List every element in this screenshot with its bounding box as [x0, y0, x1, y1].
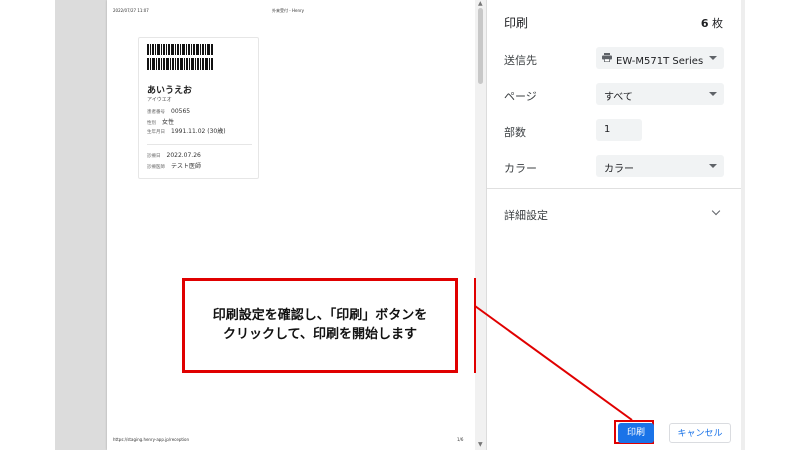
visit-date-label: 診療日	[147, 154, 161, 159]
patient-id-row: 患者番号 00565	[147, 108, 190, 115]
copies-value: 1	[604, 124, 611, 135]
patient-kana: アイウエオ	[147, 97, 172, 103]
doctor-row: 診療医師 テスト医師	[147, 161, 201, 170]
destination-value: EW-M571T Series(ネッ	[616, 56, 704, 67]
expand-chevron-icon[interactable]	[711, 206, 721, 216]
patient-card: あいうえお アイウエオ 患者番号 00565 性別 女性 生年月日 1991.11.0…	[138, 37, 259, 179]
page-header-title: 外来受付 - Henry	[272, 8, 305, 13]
copies-label: 部数	[504, 126, 526, 139]
sheet-count: 6 枚	[701, 15, 723, 31]
page-footer-pagenum: 1/6	[457, 437, 464, 442]
sheet-count-value: 6	[700, 17, 709, 30]
doctor-value: テスト医師	[171, 163, 202, 170]
cancel-button[interactable]: キャンセル	[669, 423, 731, 443]
panel-title: 印刷	[504, 16, 529, 30]
callout-line-2: クリックして、印刷を開始します	[223, 327, 417, 342]
pages-label: ページ	[504, 90, 537, 103]
chevron-down-icon	[709, 164, 717, 168]
page-footer-url: https://staging.henry-app.jp/reception	[113, 437, 190, 442]
more-settings-toggle[interactable]: 詳細設定	[504, 207, 548, 223]
print-button[interactable]: 印刷	[618, 423, 654, 443]
color-label: カラー	[504, 162, 537, 175]
page-header-datetime: 2022/07/27 11:07	[113, 8, 149, 13]
pages-value: すべて	[604, 92, 633, 103]
patient-dob-label: 生年月日	[147, 130, 165, 135]
print-settings-panel: 印刷 6 枚 送信先 EW-M571T Series(ネッ ページ すべて 部数…	[487, 0, 745, 450]
patient-id-label: 患者番号	[147, 110, 165, 115]
preview-page: 2022/07/27 11:07 外来受付 - Henry あいうえお アイウエ…	[107, 0, 479, 450]
chevron-down-icon	[709, 56, 717, 60]
scroll-up-arrow-icon[interactable]: ▲	[478, 0, 483, 7]
callout-line-1: 印刷設定を確認し、「印刷」ボタンを	[212, 308, 428, 323]
patient-name: あいうえお	[147, 86, 193, 96]
printer-icon	[602, 53, 612, 62]
print-preview-area[interactable]: 2022/07/27 11:07 外来受付 - Henry あいうえお アイウエ…	[55, 0, 479, 450]
destination-select[interactable]: EW-M571T Series(ネッ	[596, 47, 724, 69]
instruction-callout: 印刷設定を確認し、「印刷」ボタンを クリックして、印刷を開始します	[182, 278, 458, 373]
copies-input[interactable]: 1	[596, 119, 642, 141]
callout-text: 印刷設定を確認し、「印刷」ボタンを クリックして、印刷を開始します	[185, 306, 455, 344]
section-divider	[487, 188, 745, 189]
destination-label: 送信先	[504, 54, 537, 67]
patient-id-value: 00565	[171, 108, 191, 115]
patient-dob-row: 生年月日 1991.11.02 (30歳)	[147, 126, 226, 135]
doctor-label: 診療医師	[147, 165, 165, 170]
color-select[interactable]: カラー	[596, 155, 724, 177]
color-value: カラー	[604, 164, 634, 175]
patient-sex-row: 性別 女性	[147, 117, 174, 126]
sheet-count-unit: 枚	[712, 17, 723, 30]
panel-scrollbar[interactable]	[741, 0, 745, 450]
card-divider	[147, 144, 252, 145]
patient-sex-value: 女性	[162, 119, 175, 126]
patient-dob-value: 1991.11.02 (30歳)	[171, 128, 226, 135]
preview-scrollbar-thumb[interactable]	[478, 8, 483, 84]
barcode-image	[147, 44, 213, 70]
print-dialog: 2022/07/27 11:07 外来受付 - Henry あいうえお アイウエ…	[55, 0, 745, 450]
chevron-down-icon	[709, 92, 717, 96]
visit-date-row: 診療日 2022.07.26	[147, 152, 201, 159]
scroll-down-arrow-icon[interactable]: ▼	[478, 441, 483, 448]
pages-select[interactable]: すべて	[596, 83, 724, 105]
visit-date-value: 2022.07.26	[166, 152, 201, 159]
